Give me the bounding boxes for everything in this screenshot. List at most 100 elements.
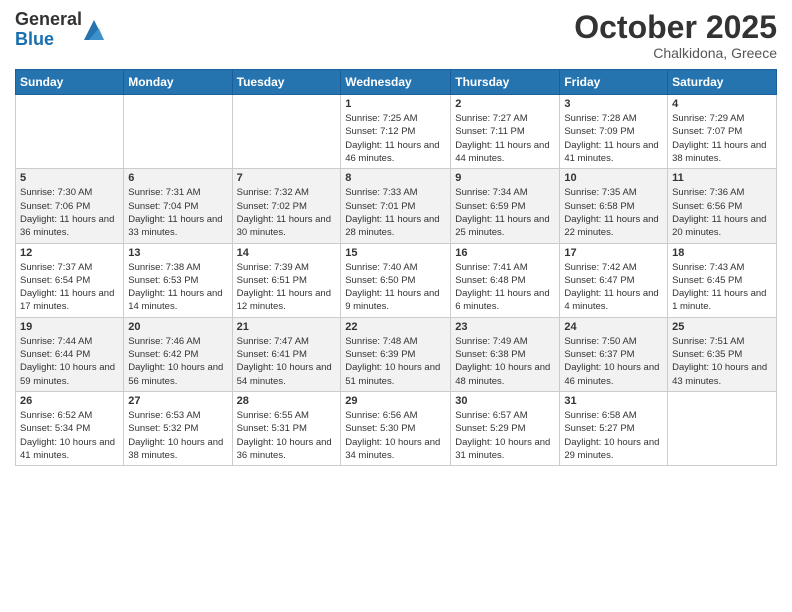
header-friday: Friday <box>560 70 668 95</box>
calendar-cell: 1 Sunrise: 7:25 AM Sunset: 7:12 PM Daylig… <box>341 95 451 169</box>
calendar-cell: 23 Sunrise: 7:49 AM Sunset: 6:38 PM Dayli… <box>451 317 560 391</box>
day-number: 25 <box>672 321 772 333</box>
logo-blue-text: Blue <box>15 30 82 50</box>
calendar-cell: 2 Sunrise: 7:27 AM Sunset: 7:11 PM Daylig… <box>451 95 560 169</box>
day-info: Sunrise: 7:38 AM Sunset: 6:53 PM Dayligh… <box>128 261 227 314</box>
header-wednesday: Wednesday <box>341 70 451 95</box>
header-sunday: Sunday <box>16 70 124 95</box>
calendar-cell: 29Sunrise: 6:56 AM Sunset: 5:30 PM Dayli… <box>341 391 451 465</box>
day-number: 26 <box>20 395 119 407</box>
calendar-cell <box>124 95 232 169</box>
page: General Blue October 2025 Chalkidona, Gr… <box>0 0 792 612</box>
day-number: 9 <box>455 172 555 184</box>
calendar-cell: 21 Sunrise: 7:47 AM Sunset: 6:41 PM Dayli… <box>232 317 341 391</box>
calendar-cell: 19Sunrise: 7:44 AM Sunset: 6:44 PM Dayli… <box>16 317 124 391</box>
day-number: 16 <box>455 247 555 259</box>
calendar-cell: 25 Sunrise: 7:51 AM Sunset: 6:35 PM Dayli… <box>668 317 777 391</box>
day-number: 17 <box>564 247 663 259</box>
day-number: 20 <box>128 321 227 333</box>
header: General Blue October 2025 Chalkidona, Gr… <box>15 10 777 61</box>
day-number: 28 <box>237 395 337 407</box>
day-info: Sunrise: 7:37 AM Sunset: 6:54 PM Dayligh… <box>20 261 119 314</box>
day-number: 12 <box>20 247 119 259</box>
week-row-1: 1 Sunrise: 7:25 AM Sunset: 7:12 PM Daylig… <box>16 95 777 169</box>
calendar-cell <box>232 95 341 169</box>
day-info: Sunrise: 7:51 AM Sunset: 6:35 PM Dayligh… <box>672 335 772 388</box>
day-number: 15 <box>345 247 446 259</box>
day-number: 31 <box>564 395 663 407</box>
day-number: 4 <box>672 98 772 110</box>
day-info: Sunrise: 6:53 AM Sunset: 5:32 PM Dayligh… <box>128 409 227 462</box>
day-number: 19 <box>20 321 119 333</box>
day-number: 5 <box>20 172 119 184</box>
day-number: 22 <box>345 321 446 333</box>
calendar-cell: 7Sunrise: 7:32 AM Sunset: 7:02 PM Daylig… <box>232 169 341 243</box>
day-info: Sunrise: 7:34 AM Sunset: 6:59 PM Dayligh… <box>455 186 555 239</box>
calendar-cell <box>668 391 777 465</box>
calendar-cell: 3Sunrise: 7:28 AM Sunset: 7:09 PM Daylig… <box>560 95 668 169</box>
day-info: Sunrise: 7:48 AM Sunset: 6:39 PM Dayligh… <box>345 335 446 388</box>
calendar-cell: 18 Sunrise: 7:43 AM Sunset: 6:45 PM Dayli… <box>668 243 777 317</box>
calendar-cell: 11 Sunrise: 7:36 AM Sunset: 6:56 PM Dayli… <box>668 169 777 243</box>
logo-general-text: General <box>15 10 82 30</box>
week-row-4: 19Sunrise: 7:44 AM Sunset: 6:44 PM Dayli… <box>16 317 777 391</box>
day-info: Sunrise: 7:42 AM Sunset: 6:47 PM Dayligh… <box>564 261 663 314</box>
day-info: Sunrise: 7:47 AM Sunset: 6:41 PM Dayligh… <box>237 335 337 388</box>
day-info: Sunrise: 7:32 AM Sunset: 7:02 PM Dayligh… <box>237 186 337 239</box>
header-thursday: Thursday <box>451 70 560 95</box>
day-info: Sunrise: 7:43 AM Sunset: 6:45 PM Dayligh… <box>672 261 772 314</box>
header-tuesday: Tuesday <box>232 70 341 95</box>
day-info: Sunrise: 7:50 AM Sunset: 6:37 PM Dayligh… <box>564 335 663 388</box>
day-info: Sunrise: 7:39 AM Sunset: 6:51 PM Dayligh… <box>237 261 337 314</box>
day-info: Sunrise: 7:41 AM Sunset: 6:48 PM Dayligh… <box>455 261 555 314</box>
day-info: Sunrise: 7:35 AM Sunset: 6:58 PM Dayligh… <box>564 186 663 239</box>
calendar-cell: 14 Sunrise: 7:39 AM Sunset: 6:51 PM Dayli… <box>232 243 341 317</box>
calendar-cell: 31Sunrise: 6:58 AM Sunset: 5:27 PM Dayli… <box>560 391 668 465</box>
calendar-cell: 15Sunrise: 7:40 AM Sunset: 6:50 PM Dayli… <box>341 243 451 317</box>
title-block: October 2025 Chalkidona, Greece <box>574 10 777 61</box>
calendar-cell: 8Sunrise: 7:33 AM Sunset: 7:01 PM Daylig… <box>341 169 451 243</box>
day-info: Sunrise: 7:31 AM Sunset: 7:04 PM Dayligh… <box>128 186 227 239</box>
logo-icon <box>84 20 104 40</box>
calendar-cell: 9 Sunrise: 7:34 AM Sunset: 6:59 PM Daylig… <box>451 169 560 243</box>
day-info: Sunrise: 7:46 AM Sunset: 6:42 PM Dayligh… <box>128 335 227 388</box>
day-number: 2 <box>455 98 555 110</box>
calendar-cell: 6Sunrise: 7:31 AM Sunset: 7:04 PM Daylig… <box>124 169 232 243</box>
week-row-3: 12 Sunrise: 7:37 AM Sunset: 6:54 PM Dayli… <box>16 243 777 317</box>
calendar-cell: 30Sunrise: 6:57 AM Sunset: 5:29 PM Dayli… <box>451 391 560 465</box>
day-info: Sunrise: 7:30 AM Sunset: 7:06 PM Dayligh… <box>20 186 119 239</box>
day-number: 10 <box>564 172 663 184</box>
weekday-header-row: Sunday Monday Tuesday Wednesday Thursday… <box>16 70 777 95</box>
day-info: Sunrise: 6:52 AM Sunset: 5:34 PM Dayligh… <box>20 409 119 462</box>
calendar-cell: 27Sunrise: 6:53 AM Sunset: 5:32 PM Dayli… <box>124 391 232 465</box>
day-info: Sunrise: 7:27 AM Sunset: 7:11 PM Dayligh… <box>455 112 555 165</box>
day-info: Sunrise: 7:33 AM Sunset: 7:01 PM Dayligh… <box>345 186 446 239</box>
day-info: Sunrise: 7:25 AM Sunset: 7:12 PM Dayligh… <box>345 112 446 165</box>
day-info: Sunrise: 6:57 AM Sunset: 5:29 PM Dayligh… <box>455 409 555 462</box>
month-title: October 2025 <box>574 10 777 45</box>
day-info: Sunrise: 7:36 AM Sunset: 6:56 PM Dayligh… <box>672 186 772 239</box>
calendar-table: Sunday Monday Tuesday Wednesday Thursday… <box>15 69 777 466</box>
logo: General Blue <box>15 10 104 50</box>
day-number: 18 <box>672 247 772 259</box>
calendar-cell: 4Sunrise: 7:29 AM Sunset: 7:07 PM Daylig… <box>668 95 777 169</box>
calendar-cell: 13Sunrise: 7:38 AM Sunset: 6:53 PM Dayli… <box>124 243 232 317</box>
day-info: Sunrise: 6:55 AM Sunset: 5:31 PM Dayligh… <box>237 409 337 462</box>
day-info: Sunrise: 6:56 AM Sunset: 5:30 PM Dayligh… <box>345 409 446 462</box>
day-info: Sunrise: 7:49 AM Sunset: 6:38 PM Dayligh… <box>455 335 555 388</box>
calendar-cell: 12 Sunrise: 7:37 AM Sunset: 6:54 PM Dayli… <box>16 243 124 317</box>
header-saturday: Saturday <box>668 70 777 95</box>
calendar-cell: 24Sunrise: 7:50 AM Sunset: 6:37 PM Dayli… <box>560 317 668 391</box>
week-row-2: 5 Sunrise: 7:30 AM Sunset: 7:06 PM Daylig… <box>16 169 777 243</box>
day-number: 23 <box>455 321 555 333</box>
calendar-cell <box>16 95 124 169</box>
header-monday: Monday <box>124 70 232 95</box>
calendar-cell: 17 Sunrise: 7:42 AM Sunset: 6:47 PM Dayli… <box>560 243 668 317</box>
day-number: 11 <box>672 172 772 184</box>
calendar-cell: 16 Sunrise: 7:41 AM Sunset: 6:48 PM Dayli… <box>451 243 560 317</box>
calendar-cell: 10 Sunrise: 7:35 AM Sunset: 6:58 PM Dayli… <box>560 169 668 243</box>
day-number: 1 <box>345 98 446 110</box>
calendar-cell: 20 Sunrise: 7:46 AM Sunset: 6:42 PM Dayli… <box>124 317 232 391</box>
day-number: 21 <box>237 321 337 333</box>
day-number: 14 <box>237 247 337 259</box>
